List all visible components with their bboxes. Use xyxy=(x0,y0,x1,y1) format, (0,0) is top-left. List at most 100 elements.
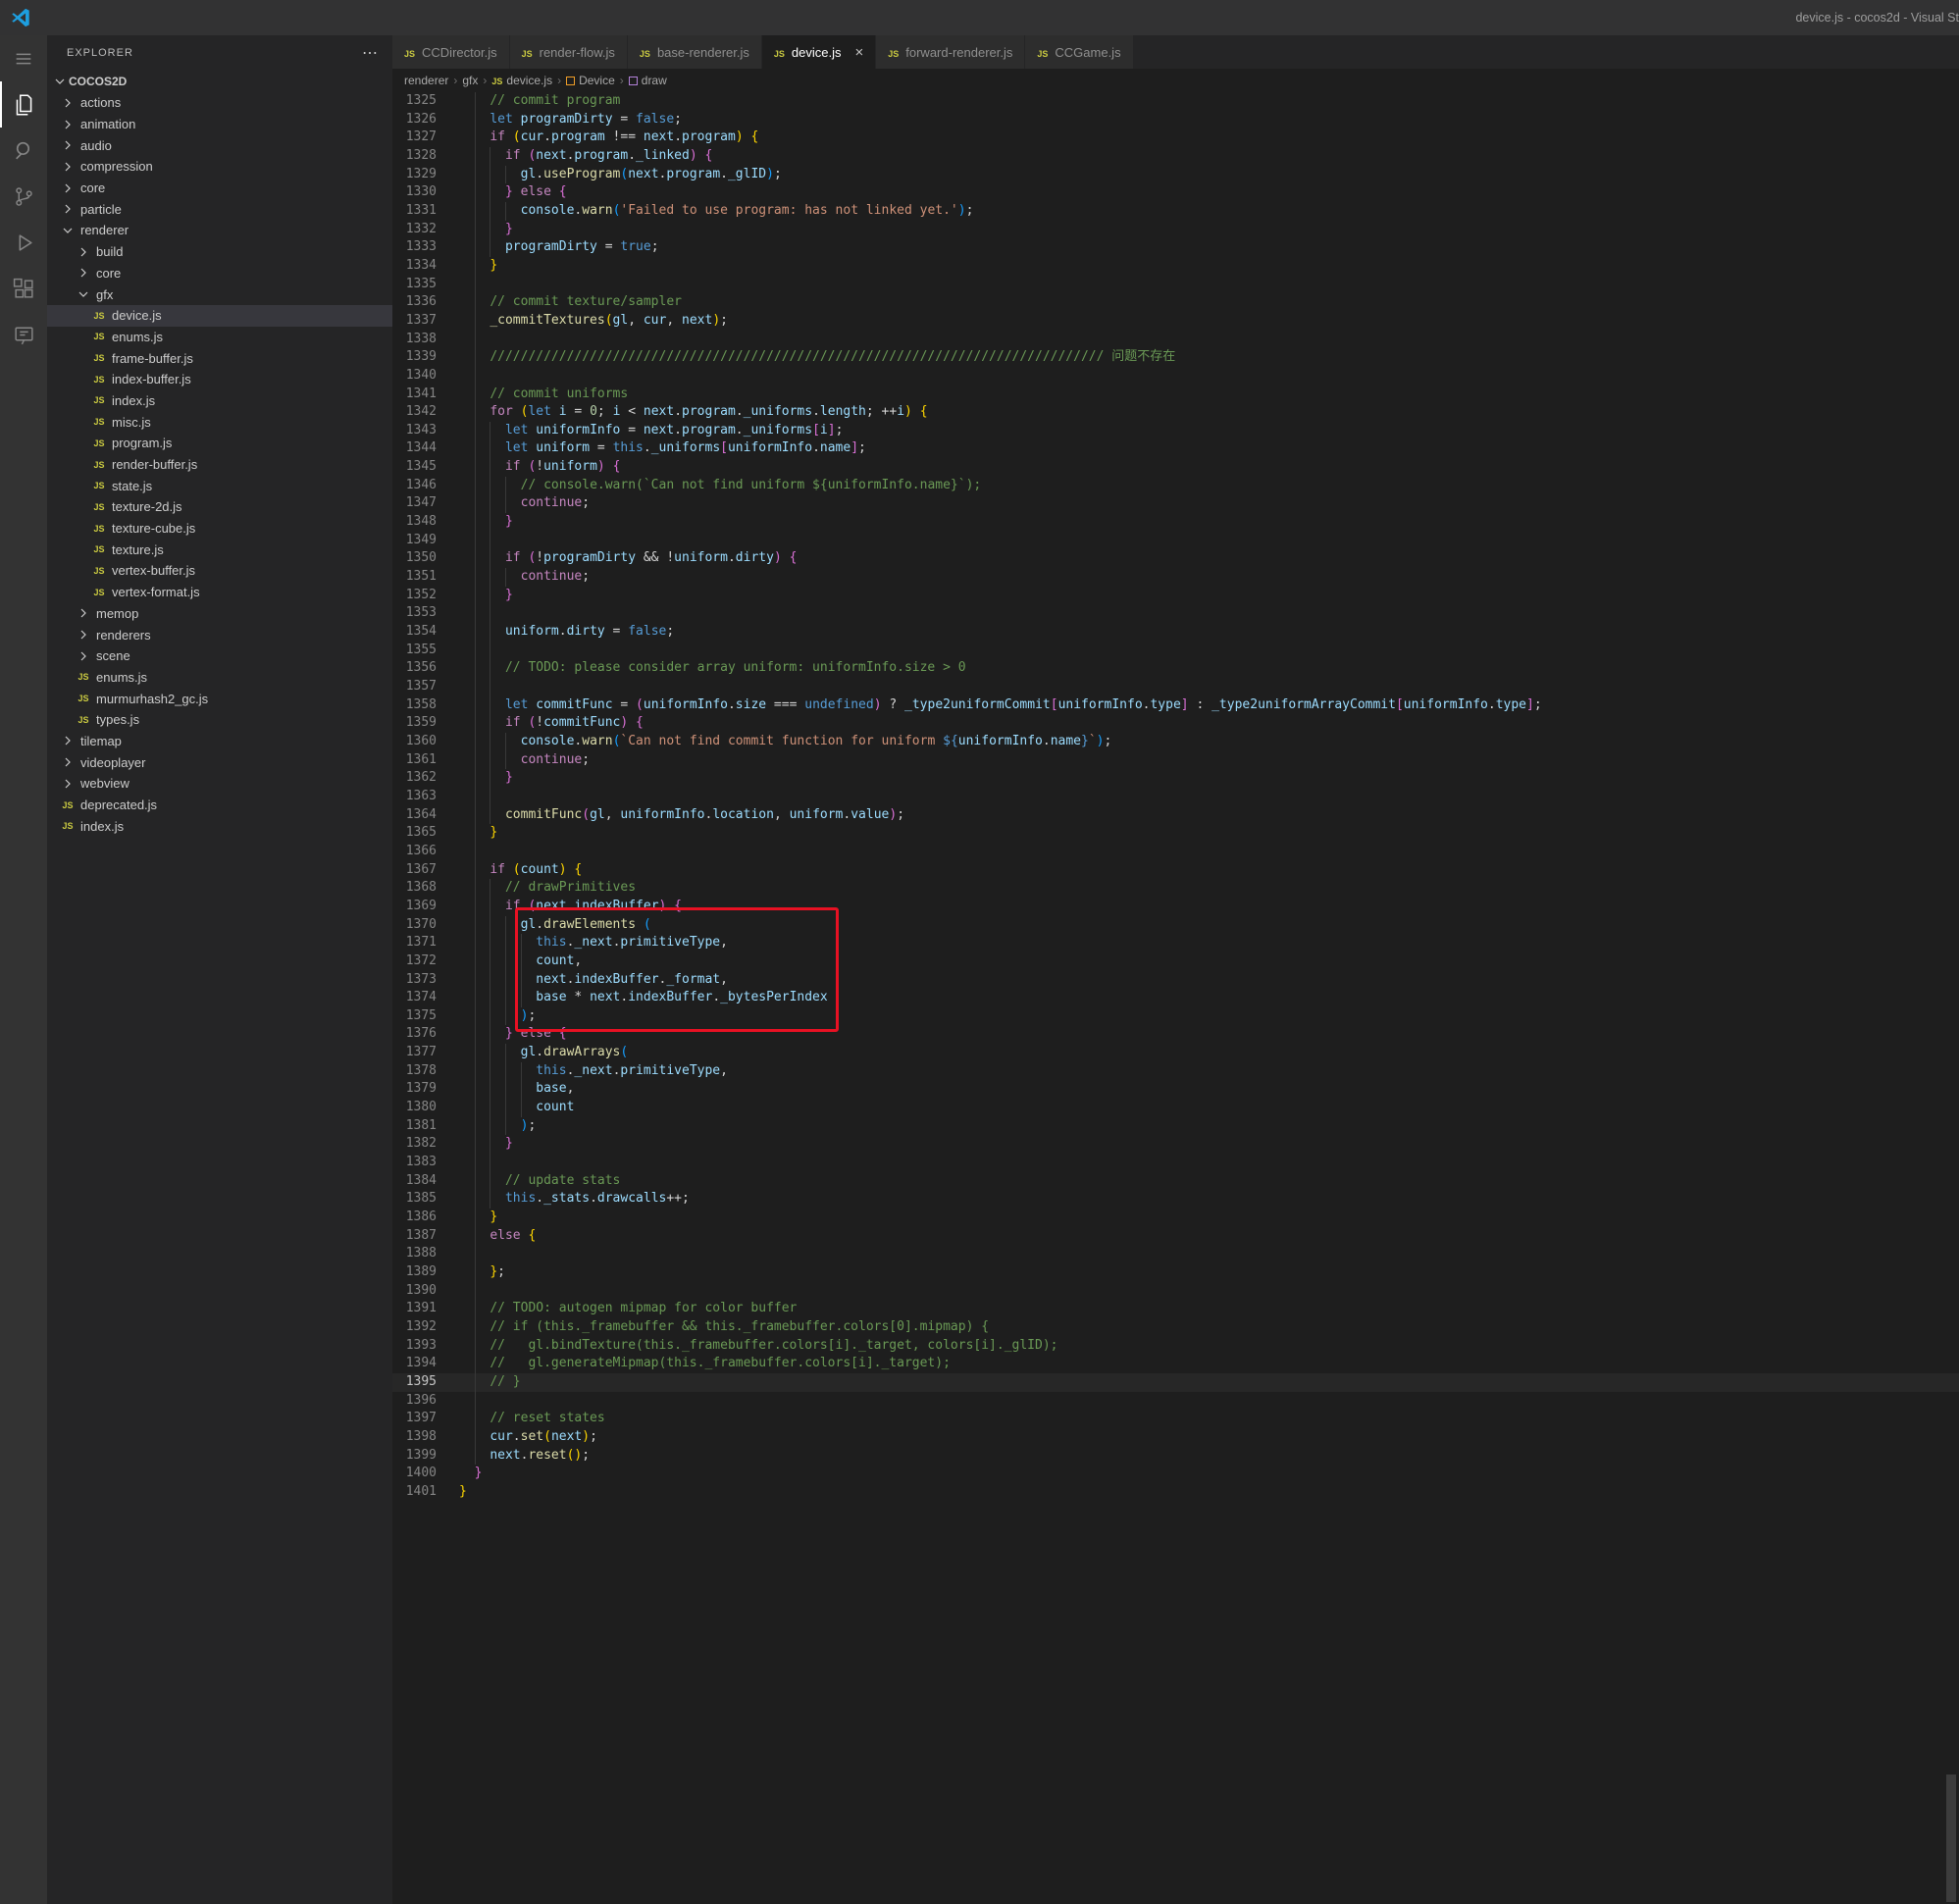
code-line-1374[interactable]: 1374 base * next.indexBuffer._bytesPerIn… xyxy=(392,989,1959,1007)
breadcrumb-item-renderer[interactable]: renderer xyxy=(404,74,448,87)
chevron-right-icon[interactable] xyxy=(75,265,92,281)
code-line-1330[interactable]: 1330 } else { xyxy=(392,183,1959,202)
code-line-1384[interactable]: 1384 // update stats xyxy=(392,1172,1959,1191)
code-line-1380[interactable]: 1380 count xyxy=(392,1099,1959,1117)
code-line-1383[interactable]: 1383 xyxy=(392,1154,1959,1172)
tree-item-index.js[interactable]: JSindex.js xyxy=(47,390,392,412)
line-number[interactable]: 1333 xyxy=(392,238,437,257)
line-number[interactable]: 1370 xyxy=(392,916,437,935)
line-number[interactable]: 1376 xyxy=(392,1025,437,1044)
tree-item-gfx[interactable]: gfx xyxy=(47,283,392,305)
chevron-right-icon[interactable] xyxy=(59,137,77,153)
line-number[interactable]: 1372 xyxy=(392,952,437,971)
code-line-1386[interactable]: 1386 } xyxy=(392,1209,1959,1227)
code-line-1377[interactable]: 1377 gl.drawArrays( xyxy=(392,1044,1959,1062)
tree-item-webview[interactable]: webview xyxy=(47,773,392,795)
line-number[interactable]: 1357 xyxy=(392,678,437,696)
code-line-1388[interactable]: 1388 xyxy=(392,1245,1959,1263)
line-number[interactable]: 1356 xyxy=(392,659,437,678)
line-number[interactable]: 1396 xyxy=(392,1392,437,1411)
tree-item-texture-2d.js[interactable]: JStexture-2d.js xyxy=(47,496,392,518)
chevron-down-icon[interactable] xyxy=(51,74,69,89)
code-line-1387[interactable]: 1387 else { xyxy=(392,1227,1959,1246)
line-number[interactable]: 1331 xyxy=(392,202,437,221)
line-number[interactable]: 1364 xyxy=(392,806,437,825)
tab-base-renderer.js[interactable]: JSbase-renderer.js xyxy=(628,35,762,69)
tree-item-audio[interactable]: audio xyxy=(47,134,392,156)
code-line-1345[interactable]: 1345 if (!uniform) { xyxy=(392,458,1959,477)
tree-item-texture-cube.js[interactable]: JStexture-cube.js xyxy=(47,518,392,540)
line-number[interactable]: 1332 xyxy=(392,221,437,239)
line-number[interactable]: 1380 xyxy=(392,1099,437,1117)
line-number[interactable]: 1329 xyxy=(392,166,437,184)
line-number[interactable]: 1391 xyxy=(392,1300,437,1318)
tree-item-animation[interactable]: animation xyxy=(47,114,392,135)
line-number[interactable]: 1339 xyxy=(392,348,437,367)
tree-item-vertex-buffer.js[interactable]: JSvertex-buffer.js xyxy=(47,560,392,582)
code-line-1326[interactable]: 1326 let programDirty = false; xyxy=(392,111,1959,129)
line-number[interactable]: 1342 xyxy=(392,403,437,422)
line-number[interactable]: 1330 xyxy=(392,183,437,202)
line-number[interactable]: 1327 xyxy=(392,129,437,147)
code-line-1355[interactable]: 1355 xyxy=(392,642,1959,660)
line-number[interactable]: 1371 xyxy=(392,934,437,952)
line-number[interactable]: 1375 xyxy=(392,1007,437,1026)
line-number[interactable]: 1401 xyxy=(392,1483,437,1502)
tree-item-core[interactable]: core xyxy=(47,263,392,284)
line-number[interactable]: 1365 xyxy=(392,824,437,843)
code-line-1334[interactable]: 1334 } xyxy=(392,257,1959,276)
line-number[interactable]: 1345 xyxy=(392,458,437,477)
code-line-1338[interactable]: 1338 xyxy=(392,331,1959,349)
code-line-1396[interactable]: 1396 xyxy=(392,1392,1959,1411)
tree-item-enums.js[interactable]: JSenums.js xyxy=(47,667,392,689)
code-line-1392[interactable]: 1392 // if (this._framebuffer && this._f… xyxy=(392,1318,1959,1337)
line-number[interactable]: 1362 xyxy=(392,769,437,788)
code-editor[interactable]: 1325 // commit program1326 let programDi… xyxy=(392,92,1959,1904)
line-number[interactable]: 1378 xyxy=(392,1062,437,1081)
tree-root-cocos2d[interactable]: COCOS2D xyxy=(47,70,392,92)
line-number[interactable]: 1392 xyxy=(392,1318,437,1337)
chevron-right-icon[interactable] xyxy=(75,244,92,260)
tree-item-index.js[interactable]: JSindex.js xyxy=(47,815,392,837)
line-number[interactable]: 1363 xyxy=(392,788,437,806)
code-line-1360[interactable]: 1360 console.warn(`Can not find commit f… xyxy=(392,733,1959,751)
tree-item-texture.js[interactable]: JStexture.js xyxy=(47,539,392,560)
chevron-right-icon[interactable] xyxy=(59,201,77,217)
code-line-1382[interactable]: 1382 } xyxy=(392,1135,1959,1154)
chevron-right-icon[interactable] xyxy=(59,95,77,111)
activity-chat-panel-icon[interactable] xyxy=(0,312,47,358)
code-line-1395[interactable]: 1395 // } xyxy=(392,1373,1959,1392)
line-number[interactable]: 1369 xyxy=(392,898,437,916)
code-line-1341[interactable]: 1341 // commit uniforms xyxy=(392,386,1959,404)
code-line-1390[interactable]: 1390 xyxy=(392,1282,1959,1301)
line-number[interactable]: 1344 xyxy=(392,439,437,458)
code-line-1379[interactable]: 1379 base, xyxy=(392,1080,1959,1099)
line-number[interactable]: 1366 xyxy=(392,843,437,861)
line-number[interactable]: 1359 xyxy=(392,714,437,733)
line-number[interactable]: 1399 xyxy=(392,1447,437,1466)
code-line-1368[interactable]: 1368 // drawPrimitives xyxy=(392,879,1959,898)
line-number[interactable]: 1348 xyxy=(392,513,437,532)
code-line-1347[interactable]: 1347 continue; xyxy=(392,494,1959,513)
chevron-right-icon[interactable] xyxy=(59,733,77,748)
code-line-1378[interactable]: 1378 this._next.primitiveType, xyxy=(392,1062,1959,1081)
code-line-1369[interactable]: 1369 if (next.indexBuffer) { xyxy=(392,898,1959,916)
code-line-1329[interactable]: 1329 gl.useProgram(next.program._glID); xyxy=(392,166,1959,184)
line-number[interactable]: 1341 xyxy=(392,386,437,404)
code-line-1336[interactable]: 1336 // commit texture/sampler xyxy=(392,293,1959,312)
line-number[interactable]: 1385 xyxy=(392,1190,437,1209)
activity-extensions-icon[interactable] xyxy=(0,266,47,312)
line-number[interactable]: 1389 xyxy=(392,1263,437,1282)
code-line-1391[interactable]: 1391 // TODO: autogen mipmap for color b… xyxy=(392,1300,1959,1318)
code-line-1328[interactable]: 1328 if (next.program._linked) { xyxy=(392,147,1959,166)
line-number[interactable]: 1395 xyxy=(392,1373,437,1392)
tree-item-index-buffer.js[interactable]: JSindex-buffer.js xyxy=(47,369,392,390)
line-number[interactable]: 1350 xyxy=(392,549,437,568)
chevron-right-icon[interactable] xyxy=(59,117,77,132)
code-line-1400[interactable]: 1400 } xyxy=(392,1465,1959,1483)
breadcrumb-item-Device[interactable]: Device xyxy=(566,74,615,87)
chevron-right-icon[interactable] xyxy=(75,648,92,664)
chevron-down-icon[interactable] xyxy=(59,223,77,238)
line-number[interactable]: 1387 xyxy=(392,1227,437,1246)
code-line-1349[interactable]: 1349 xyxy=(392,532,1959,550)
